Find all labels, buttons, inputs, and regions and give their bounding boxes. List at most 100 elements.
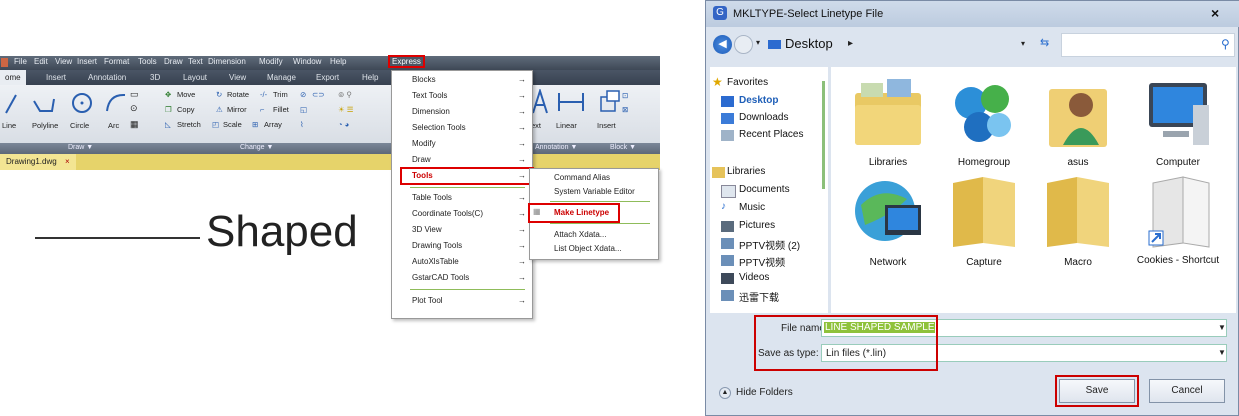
express-item-modify[interactable]: Modify bbox=[412, 139, 436, 148]
layer-state-icon[interactable]: ☀ ☰ bbox=[338, 105, 354, 114]
menu-view[interactable]: View bbox=[55, 57, 72, 66]
rotate-button[interactable]: Rotate bbox=[227, 90, 249, 99]
refresh-icon[interactable]: ⇆ bbox=[1040, 36, 1049, 49]
nav-pptv[interactable]: PPTV视频 bbox=[739, 254, 785, 269]
tab-export[interactable]: Export bbox=[316, 73, 339, 82]
menu-modify[interactable]: Modify bbox=[259, 57, 283, 66]
arc-button[interactable]: Arc bbox=[108, 121, 119, 130]
tab-annotation[interactable]: Annotation bbox=[88, 73, 126, 82]
express-item-dimension[interactable]: Dimension bbox=[412, 107, 450, 116]
tab-manage[interactable]: Manage bbox=[267, 73, 296, 82]
nav-music[interactable]: Music bbox=[739, 202, 765, 213]
chevron-down-icon[interactable]: ▼ bbox=[1218, 323, 1226, 332]
cookies-shortcut-icon[interactable] bbox=[1143, 175, 1213, 249]
move-button[interactable]: Move bbox=[177, 90, 195, 99]
nav-pictures[interactable]: Pictures bbox=[739, 220, 775, 231]
chevron-down-icon[interactable]: ▾ bbox=[756, 38, 760, 47]
file-item-homegroup[interactable]: Homegroup bbox=[939, 157, 1029, 168]
menu-text[interactable]: Text bbox=[188, 57, 203, 66]
file-item-libraries[interactable]: Libraries bbox=[843, 157, 933, 168]
layer-icon[interactable]: ⊚ ⚲ bbox=[338, 90, 352, 99]
express-item-table-tools[interactable]: Table Tools bbox=[412, 193, 452, 202]
back-button[interactable]: ◀ bbox=[713, 35, 732, 54]
fillet-button[interactable]: Fillet bbox=[273, 105, 289, 114]
network-icon[interactable] bbox=[851, 175, 921, 249]
express-item-autoxlstable[interactable]: AutoXlsTable bbox=[412, 257, 459, 266]
file-item-macro[interactable]: Macro bbox=[1033, 257, 1123, 268]
breadcrumb-arrow-icon[interactable]: ▸ bbox=[848, 38, 853, 49]
close-button[interactable]: × bbox=[1211, 5, 1219, 21]
file-item-cookies-shortcut[interactable]: Cookies - Shortcut bbox=[1133, 255, 1223, 267]
nav-documents[interactable]: Documents bbox=[739, 184, 790, 195]
tab-home[interactable]: ome bbox=[0, 70, 26, 85]
express-item-selection-tools[interactable]: Selection Tools bbox=[412, 123, 466, 132]
polyline-button[interactable]: Polyline bbox=[32, 121, 58, 130]
nav-videos[interactable]: Videos bbox=[739, 272, 769, 283]
offset-icon[interactable]: ◱ bbox=[300, 105, 307, 114]
group-change[interactable]: Change ▼ bbox=[240, 144, 273, 151]
express-item-blocks[interactable]: Blocks bbox=[412, 75, 436, 84]
tab-3d[interactable]: 3D bbox=[150, 73, 160, 82]
file-item-capture[interactable]: Capture bbox=[939, 257, 1029, 268]
menu-help[interactable]: Help bbox=[330, 57, 346, 66]
block-edit-icon[interactable]: ⊠ bbox=[622, 105, 628, 114]
libraries-folder-icon[interactable] bbox=[853, 75, 923, 149]
tab-view[interactable]: View bbox=[229, 73, 246, 82]
group-block[interactable]: Block ▼ bbox=[610, 144, 636, 151]
file-item-asus[interactable]: asus bbox=[1033, 157, 1123, 168]
express-item-text-tools[interactable]: Text Tools bbox=[412, 91, 447, 100]
search-icon[interactable]: ⚲ bbox=[1221, 37, 1230, 51]
forward-button[interactable] bbox=[734, 35, 753, 54]
menu-tools[interactable]: Tools bbox=[138, 57, 157, 66]
menu-draw[interactable]: Draw bbox=[164, 57, 183, 66]
homegroup-icon[interactable] bbox=[949, 75, 1019, 149]
search-input[interactable] bbox=[1061, 33, 1235, 57]
submenu-command-alias[interactable]: Command Alias bbox=[554, 173, 610, 182]
file-item-computer[interactable]: Computer bbox=[1133, 157, 1223, 168]
hatch-icon[interactable]: ▦ bbox=[130, 119, 139, 130]
file-item-network[interactable]: Network bbox=[843, 257, 933, 268]
explode-icon[interactable]: ⊂⊃ bbox=[312, 90, 325, 99]
document-tab[interactable]: Drawing1.dwg × bbox=[0, 154, 76, 170]
tab-insert[interactable]: Insert bbox=[46, 73, 66, 82]
user-folder-icon[interactable] bbox=[1043, 75, 1113, 149]
erase-icon[interactable]: ⊘ bbox=[300, 90, 306, 99]
menu-file[interactable]: File bbox=[14, 57, 27, 66]
menu-insert[interactable]: Insert bbox=[77, 57, 97, 66]
close-icon[interactable]: × bbox=[65, 157, 70, 166]
computer-icon[interactable] bbox=[1143, 75, 1213, 149]
express-item-draw[interactable]: Draw bbox=[412, 155, 431, 164]
break-icon[interactable]: ⌇ bbox=[300, 120, 304, 129]
submenu-attach-xdata[interactable]: Attach Xdata... bbox=[554, 230, 606, 239]
nav-desktop[interactable]: Desktop bbox=[739, 95, 778, 106]
express-item-coordinate-tools[interactable]: Coordinate Tools(C) bbox=[412, 209, 483, 218]
nav-thunder-download[interactable]: 迅雷下载 bbox=[739, 289, 779, 304]
navigation-scrollbar[interactable] bbox=[822, 81, 825, 189]
address-path[interactable]: Desktop bbox=[785, 36, 833, 51]
array-button[interactable]: Array bbox=[264, 120, 282, 129]
block-create-icon[interactable]: ⊡ bbox=[622, 91, 628, 100]
rectangle-icon[interactable]: ▭ bbox=[130, 89, 139, 100]
cancel-button[interactable]: Cancel bbox=[1149, 379, 1225, 403]
menu-dimension[interactable]: Dimension bbox=[208, 57, 246, 66]
express-item-3d-view[interactable]: 3D View bbox=[412, 225, 442, 234]
submenu-list-object-xdata[interactable]: List Object Xdata... bbox=[554, 244, 622, 253]
tab-help[interactable]: Help bbox=[362, 73, 378, 82]
nav-libraries[interactable]: Libraries bbox=[727, 166, 765, 177]
macro-folder-icon[interactable] bbox=[1043, 175, 1113, 249]
hide-folders-button[interactable]: Hide Folders bbox=[736, 387, 793, 398]
express-item-drawing-tools[interactable]: Drawing Tools bbox=[412, 241, 462, 250]
linear-button[interactable]: Linear bbox=[556, 121, 577, 130]
nav-pptv-2[interactable]: PPTV视频 (2) bbox=[739, 237, 800, 252]
address-dropdown-icon[interactable]: ▾ bbox=[1021, 39, 1025, 48]
copy-button[interactable]: Copy bbox=[177, 105, 195, 114]
capture-folder-icon[interactable] bbox=[949, 175, 1019, 249]
submenu-system-variable-editor[interactable]: System Variable Editor bbox=[554, 187, 635, 196]
trim-button[interactable]: Trim bbox=[273, 90, 288, 99]
chevron-down-icon[interactable]: ▼ bbox=[1218, 348, 1226, 357]
chevron-up-icon[interactable]: ▲ bbox=[719, 387, 731, 399]
mirror-button[interactable]: Mirror bbox=[227, 105, 247, 114]
nav-recent-places[interactable]: Recent Places bbox=[739, 129, 803, 140]
line-button[interactable]: Line bbox=[2, 121, 16, 130]
menu-edit[interactable]: Edit bbox=[34, 57, 48, 66]
